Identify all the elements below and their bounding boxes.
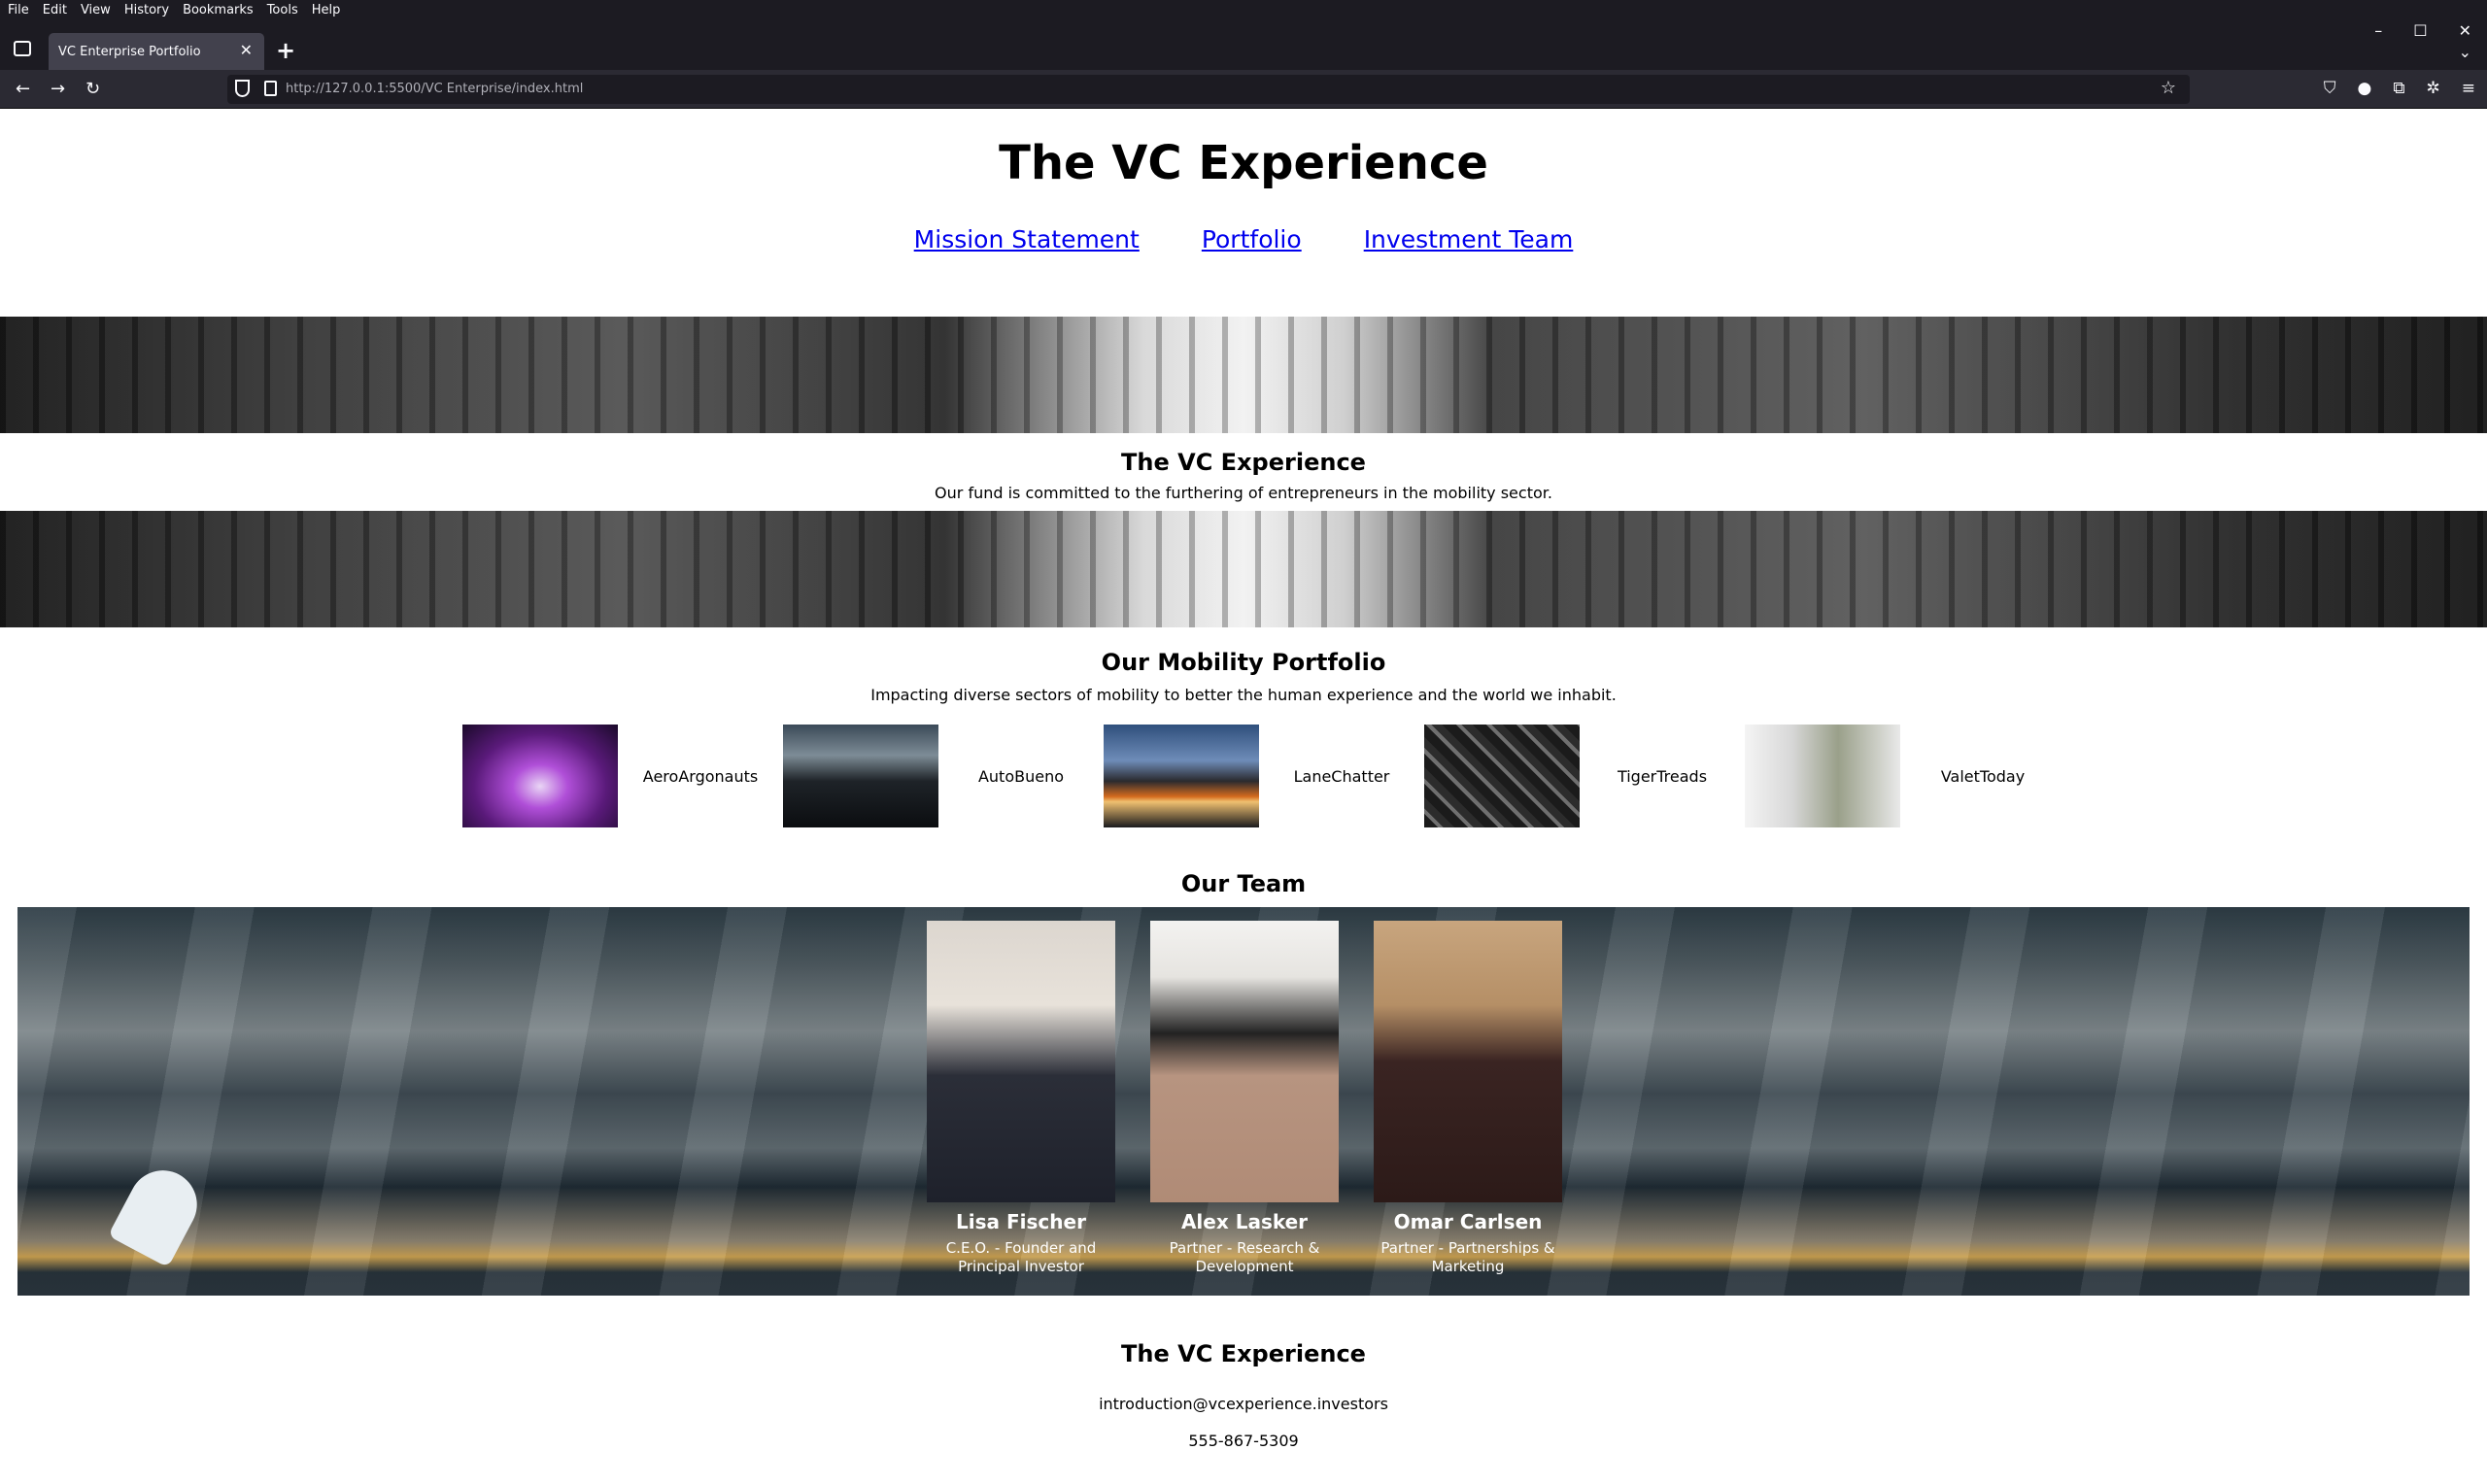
portfolio-name: TigerTreads xyxy=(1617,766,1708,786)
portfolio-list: AeroArgonauts AutoBueno LaneChatter Tige… xyxy=(462,725,2065,827)
team-photo xyxy=(1150,921,1339,1202)
portfolio-item-tigertreads: TigerTreads xyxy=(1424,725,1745,827)
arrow-right-icon[interactable]: → xyxy=(51,79,65,99)
nav-link-portfolio[interactable]: Portfolio xyxy=(1202,225,1302,253)
portfolio-item-valettoday: ValetToday xyxy=(1745,725,2065,827)
site-header: The VC Experience Mission Statement Port… xyxy=(0,109,2487,317)
tires-image xyxy=(1424,725,1580,827)
team-member-role: Partner - Research & Development xyxy=(1169,1239,1320,1275)
reload-icon[interactable]: ↻ xyxy=(85,79,100,99)
tab-list-icon[interactable] xyxy=(14,41,31,56)
team-title: Our Team xyxy=(1180,870,1307,897)
gear-icon[interactable]: ✲ xyxy=(2427,79,2440,98)
toolbar-icons: ⛉ ● ⧉ ✲ ≡ xyxy=(2324,79,2475,98)
team-member-alex-lasker: Alex Lasker Partner - Research & Develop… xyxy=(1150,921,1339,1276)
portfolio-name: LaneChatter xyxy=(1293,766,1390,786)
light-trails-image xyxy=(1104,725,1259,827)
portfolio-subtitle: Impacting diverse sectors of mobility to… xyxy=(870,686,1617,704)
portfolio-item-lanechatter: LaneChatter xyxy=(1104,725,1424,827)
hero-image-top xyxy=(0,317,2487,433)
hamburger-icon[interactable]: ≡ xyxy=(2462,79,2475,98)
url-bar[interactable]: http://127.0.0.1:5500/VC Enterprise/inde… xyxy=(227,75,2190,104)
portfolio-name: AutoBueno xyxy=(977,766,1065,786)
maximize-icon[interactable]: ☐ xyxy=(2413,21,2427,40)
team-member-name: Alex Lasker xyxy=(1180,1210,1309,1233)
minimize-icon[interactable]: – xyxy=(2374,21,2382,40)
menu-bookmarks[interactable]: Bookmarks xyxy=(183,3,254,17)
url-text[interactable]: http://127.0.0.1:5500/VC Enterprise/inde… xyxy=(286,82,583,96)
shield-icon[interactable] xyxy=(235,80,250,97)
valet-driver-image xyxy=(1745,725,1900,827)
plus-icon[interactable]: + xyxy=(276,37,295,64)
account-icon[interactable]: ● xyxy=(2358,79,2372,98)
team-member-role: C.E.O. - Founder and Principal Investor xyxy=(945,1239,1097,1275)
hero-image-bottom xyxy=(0,511,2487,627)
web-page: The VC Experience Mission Statement Port… xyxy=(0,109,2487,1484)
aircraft-image xyxy=(462,725,618,827)
team-member-omar-carlsen: Omar Carlsen Partner - Partnerships & Ma… xyxy=(1374,921,1562,1276)
tab-vc-enterprise[interactable]: VC Enterprise Portfolio ✕ xyxy=(49,33,264,70)
portfolio-item-autobueno: AutoBueno xyxy=(783,725,1104,827)
team-photo xyxy=(927,921,1115,1202)
team-member-name: Omar Carlsen xyxy=(1393,1210,1543,1233)
star-icon[interactable]: ☆ xyxy=(2161,78,2176,98)
team-banner: Lisa Fischer C.E.O. - Founder and Princi… xyxy=(17,907,2470,1296)
team-member-lisa-fischer: Lisa Fischer C.E.O. - Founder and Princi… xyxy=(927,921,1115,1276)
navigation-toolbar: ← → ↻ http://127.0.0.1:5500/VC Enterpris… xyxy=(0,70,2487,109)
close-icon[interactable]: ✕ xyxy=(240,41,253,59)
mission-text: Our fund is committed to the furthering … xyxy=(935,484,1552,502)
footer-title: The VC Experience xyxy=(1121,1340,1366,1367)
menu-edit[interactable]: Edit xyxy=(43,3,67,17)
footer-phone: 555-867-5309 xyxy=(1188,1432,1299,1450)
nav-link-mission-statement[interactable]: Mission Statement xyxy=(914,225,1140,253)
team-member-name: Lisa Fischer xyxy=(956,1210,1086,1233)
window-controls: – ☐ ✕ xyxy=(2374,21,2471,40)
pocket-icon[interactable]: ⛉ xyxy=(2324,79,2336,98)
page-icon[interactable] xyxy=(264,81,277,96)
tab-title: VC Enterprise Portfolio xyxy=(58,44,201,59)
menu-bar: File Edit View History Bookmarks Tools H… xyxy=(0,0,2487,19)
portfolio-name: AeroArgonauts xyxy=(642,766,759,786)
nav-link-investment-team[interactable]: Investment Team xyxy=(1364,225,1574,253)
arrow-left-icon[interactable]: ← xyxy=(16,79,30,99)
portfolio-title: Our Mobility Portfolio xyxy=(1101,649,1386,676)
page-title: The VC Experience xyxy=(999,136,1488,190)
menu-view[interactable]: View xyxy=(81,3,111,17)
team-photo xyxy=(1374,921,1562,1202)
puzzle-icon[interactable]: ⧉ xyxy=(2393,79,2404,98)
chevron-down-icon[interactable]: ⌄ xyxy=(2459,43,2471,61)
site-nav: Mission Statement Portfolio Investment T… xyxy=(0,225,2487,253)
footer-email: introduction@vcexperience.investors xyxy=(1099,1395,1388,1413)
street-lamp-image xyxy=(107,1158,210,1268)
close-window-icon[interactable]: ✕ xyxy=(2459,21,2471,40)
dashboard-image xyxy=(783,725,938,827)
menu-file[interactable]: File xyxy=(8,3,29,17)
portfolio-item-aeroargonauts: AeroArgonauts xyxy=(462,725,783,827)
menu-tools[interactable]: Tools xyxy=(267,3,298,17)
tab-strip: VC Enterprise Portfolio ✕ + – ☐ ✕ ⌄ xyxy=(0,19,2487,70)
menu-help[interactable]: Help xyxy=(312,3,341,17)
mission-title: The VC Experience xyxy=(1121,449,1366,476)
menu-history[interactable]: History xyxy=(124,3,169,17)
team-member-role: Partner - Partnerships & Marketing xyxy=(1380,1239,1555,1275)
portfolio-name: ValetToday xyxy=(1940,766,2026,786)
